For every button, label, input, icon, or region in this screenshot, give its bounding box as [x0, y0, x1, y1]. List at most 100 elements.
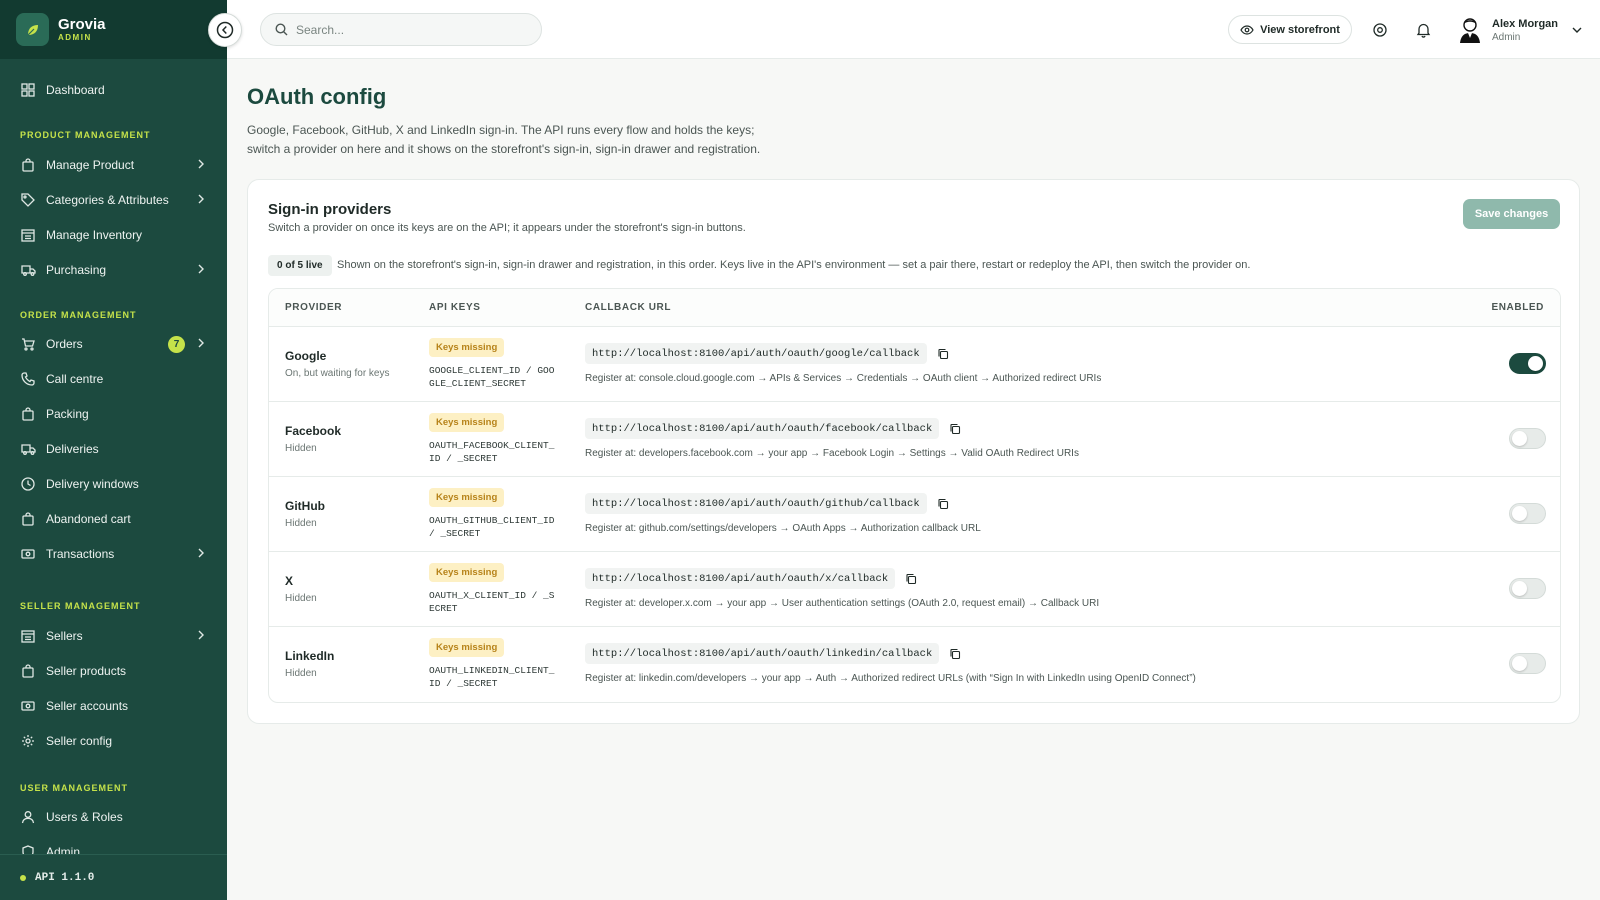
chevron-right-icon — [197, 158, 205, 173]
enabled-toggle[interactable] — [1509, 578, 1546, 599]
collapse-sidebar-button[interactable] — [208, 13, 242, 47]
env-var-names: OAUTH_X_CLIENT_ID / _SECRET — [429, 590, 555, 614]
register-instructions: Register at: github.com/settings/develop… — [585, 523, 981, 534]
sidebar-item-label: Call centre — [46, 372, 104, 386]
register-instructions: Register at: developer.x.com → your app … — [585, 598, 1100, 609]
sidebar-item-orders[interactable]: Orders 7 — [0, 329, 227, 359]
tag-icon — [20, 192, 36, 208]
col-callback-url: CALLBACK URL — [585, 302, 672, 313]
sidebar-item-abandoned-cart[interactable]: Abandoned cart — [0, 504, 227, 534]
chevron-down-icon — [1572, 27, 1582, 33]
sidebar-item-seller-config[interactable]: Seller config — [0, 726, 227, 756]
sidebar-item-categories[interactable]: Categories & Attributes — [0, 185, 227, 215]
enabled-toggle[interactable] — [1509, 653, 1546, 674]
keys-missing-badge: Keys missing — [429, 413, 505, 432]
callback-url: http://localhost:8100/api/auth/oauth/git… — [585, 493, 927, 514]
shield-icon — [20, 844, 36, 854]
table-row: GitHub Hidden Keys missing OAUTH_GITHUB_CLI… — [269, 477, 1560, 552]
sidebar-item-label: Packing — [46, 407, 89, 421]
orders-count-badge: 7 — [168, 336, 185, 353]
sidebar-item-label: Seller products — [46, 664, 127, 678]
brand-name: Grovia — [58, 15, 106, 33]
sidebar-item-packing[interactable]: Packing — [0, 399, 227, 429]
callback-url: http://localhost:8100/api/auth/oauth/goo… — [585, 343, 927, 364]
copy-icon[interactable] — [937, 498, 949, 510]
sidebar-item-delivery-windows[interactable]: Delivery windows — [0, 469, 227, 499]
register-instructions: Register at: linkedin.com/developers → y… — [585, 673, 1196, 684]
banknote-icon — [20, 546, 36, 562]
toggle-knob — [1512, 656, 1527, 671]
callback-url: http://localhost:8100/api/auth/oauth/x/c… — [585, 568, 896, 589]
sidebar-item-label: Admin — [46, 845, 81, 854]
sidebar-item-admin[interactable]: Admin — [0, 837, 227, 854]
sidebar-item-label: Purchasing — [46, 263, 107, 277]
copy-icon[interactable] — [949, 648, 961, 660]
sidebar-item-label: Transactions — [46, 547, 115, 561]
notifications-button[interactable] — [1413, 20, 1433, 40]
chevron-right-icon — [197, 629, 205, 644]
sidebar-item-label: Manage Inventory — [46, 228, 143, 242]
store-icon — [20, 628, 36, 644]
sidebar-item-label: Seller accounts — [46, 699, 129, 713]
sidebar-item-label: Manage Product — [46, 158, 135, 172]
toggle-knob — [1512, 506, 1527, 521]
keys-missing-badge: Keys missing — [429, 338, 505, 357]
copy-icon[interactable] — [949, 423, 961, 435]
provider-status: Hidden — [285, 668, 317, 679]
chevron-right-icon — [197, 547, 205, 562]
sidebar-item-sellers[interactable]: Sellers — [0, 621, 227, 651]
callback-url: http://localhost:8100/api/auth/oauth/fac… — [585, 418, 940, 439]
search-input[interactable] — [296, 22, 526, 37]
sidebar-item-label: Orders — [46, 337, 83, 351]
user-menu[interactable]: Alex Morgan Admin — [1457, 14, 1582, 46]
provider-name: Google — [285, 349, 327, 363]
search-box[interactable] — [260, 13, 542, 46]
bell-icon — [1416, 23, 1430, 38]
section-user-management: USER MANAGEMENT — [20, 783, 129, 793]
gear-icon — [20, 733, 36, 749]
provider-status: Hidden — [285, 518, 317, 529]
info-text: Shown on the storefront's sign-in, sign-… — [337, 259, 1251, 271]
cart-icon — [20, 336, 36, 352]
sidebar-item-label: Delivery windows — [46, 477, 139, 491]
gear-icon — [1373, 23, 1387, 37]
brand-sub: ADMIN — [58, 32, 92, 42]
env-var-names: OAUTH_FACEBOOK_CLIENT_ID / _SECRET — [429, 440, 555, 464]
sidebar: Grovia ADMIN Dashboard PRODUCT MANAGEMEN… — [0, 0, 227, 900]
register-instructions: Register at: console.cloud.google.com → … — [585, 373, 1102, 384]
sidebar-item-label: Dashboard — [46, 83, 105, 97]
sidebar-item-call-centre[interactable]: Call centre — [0, 364, 227, 394]
sidebar-item-label: Seller config — [46, 734, 113, 748]
topbar: View storefront Alex Morgan Admin — [227, 0, 1600, 59]
eye-icon — [1240, 24, 1254, 35]
provider-name: LinkedIn — [285, 649, 335, 663]
toggle-knob — [1512, 581, 1527, 596]
settings-button[interactable] — [1370, 20, 1390, 40]
card-subtitle: Switch a provider on once its keys are o… — [268, 222, 746, 234]
enabled-toggle[interactable] — [1509, 353, 1546, 374]
sidebar-item-manage-product[interactable]: Manage Product — [0, 150, 227, 180]
chevron-right-icon — [197, 263, 205, 278]
sidebar-item-inventory[interactable]: Manage Inventory — [0, 220, 227, 250]
sidebar-item-seller-products[interactable]: Seller products — [0, 656, 227, 686]
brand[interactable]: Grovia ADMIN — [0, 0, 227, 59]
chevron-right-icon — [197, 193, 205, 208]
sidebar-item-deliveries[interactable]: Deliveries — [0, 434, 227, 464]
truck-icon — [20, 262, 36, 278]
copy-icon[interactable] — [905, 573, 917, 585]
provider-status: Hidden — [285, 443, 317, 454]
view-storefront-button[interactable]: View storefront — [1228, 15, 1352, 44]
save-changes-button[interactable]: Save changes — [1463, 199, 1560, 229]
provider-status: On, but waiting for keys — [285, 368, 390, 379]
sidebar-item-label: Deliveries — [46, 442, 99, 456]
sidebar-item-purchasing[interactable]: Purchasing — [0, 255, 227, 285]
copy-icon[interactable] — [937, 348, 949, 360]
keys-missing-badge: Keys missing — [429, 563, 505, 582]
user-icon — [20, 809, 36, 825]
enabled-toggle[interactable] — [1509, 503, 1546, 524]
sidebar-item-users-roles[interactable]: Users & Roles — [0, 802, 227, 832]
sidebar-item-transactions[interactable]: Transactions — [0, 539, 227, 569]
sidebar-item-dashboard[interactable]: Dashboard — [0, 75, 227, 105]
sidebar-item-seller-accounts[interactable]: Seller accounts — [0, 691, 227, 721]
enabled-toggle[interactable] — [1509, 428, 1546, 449]
